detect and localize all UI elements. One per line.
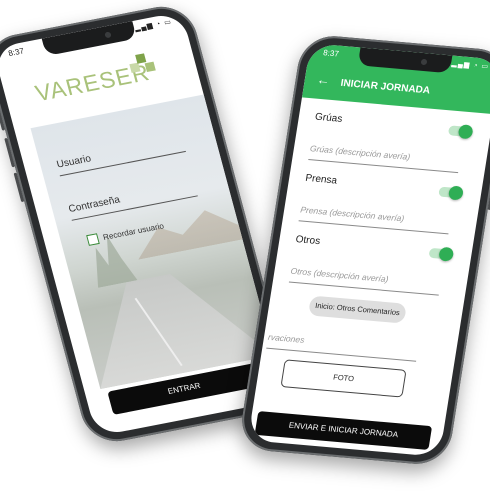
section-label-gruas: Grúas bbox=[314, 111, 344, 125]
submit-start-button[interactable]: ENVIAR E INICIAR JORNADA bbox=[254, 411, 433, 450]
otros-input[interactable]: Otros (descripción avería) bbox=[290, 266, 389, 284]
volume-down-button bbox=[13, 172, 25, 203]
page-title: INICIAR JORNADA bbox=[339, 77, 431, 97]
username-label: Usuario bbox=[55, 153, 93, 171]
status-time: 8:37 bbox=[322, 48, 340, 59]
camera-icon bbox=[104, 31, 112, 39]
jornada-screen: ← INICIAR JORNADA 8:37 ▂▄▆ ◔ ▭ Grúas Grú… bbox=[247, 43, 490, 457]
prensa-input[interactable]: Prensa (descripción avería) bbox=[300, 204, 405, 223]
comments-chip[interactable]: Inicio: Otros Comentarios bbox=[307, 295, 407, 324]
status-time: 8:37 bbox=[7, 46, 25, 59]
background-landscape-image: Usuario Contraseña Recordar usuario bbox=[30, 94, 274, 389]
volume-up-button bbox=[4, 137, 15, 168]
section-label-otros: Otros bbox=[294, 234, 321, 248]
notch bbox=[41, 21, 137, 57]
remember-checkbox[interactable] bbox=[86, 233, 100, 246]
observations-input[interactable]: rvaciones bbox=[267, 332, 305, 345]
signal-wifi-battery-icon: ▂▄▆ ◔ ▭ bbox=[134, 18, 173, 33]
toggle-prensa[interactable] bbox=[438, 185, 464, 201]
arrow-left-icon[interactable]: ← bbox=[316, 72, 331, 88]
toggle-otros[interactable] bbox=[428, 246, 455, 262]
logo-squares-icon bbox=[126, 48, 156, 76]
toggle-knob bbox=[447, 185, 464, 201]
section-label-prensa: Prensa bbox=[304, 172, 338, 187]
camera-icon bbox=[420, 58, 428, 66]
toggle-gruas[interactable] bbox=[447, 124, 474, 140]
toggle-knob bbox=[438, 246, 455, 262]
side-button bbox=[0, 108, 6, 131]
login-screen: 8:37 ▂▄▆ ◔ ▭ VARESER Usuario Contraseña … bbox=[0, 11, 286, 437]
jornada-phone: ← INICIAR JORNADA 8:37 ▂▄▆ ◔ ▭ Grúas Grú… bbox=[237, 33, 490, 467]
otros-underline bbox=[288, 281, 439, 296]
gruas-input[interactable]: Grúas (descripción avería) bbox=[309, 143, 411, 162]
gruas-underline bbox=[308, 159, 459, 174]
prensa-underline bbox=[298, 220, 449, 235]
signal-wifi-battery-icon: ▂▄▆ ◔ ▭ bbox=[451, 60, 490, 71]
toggle-knob bbox=[457, 124, 474, 140]
photo-button[interactable]: FOTO bbox=[280, 359, 407, 398]
